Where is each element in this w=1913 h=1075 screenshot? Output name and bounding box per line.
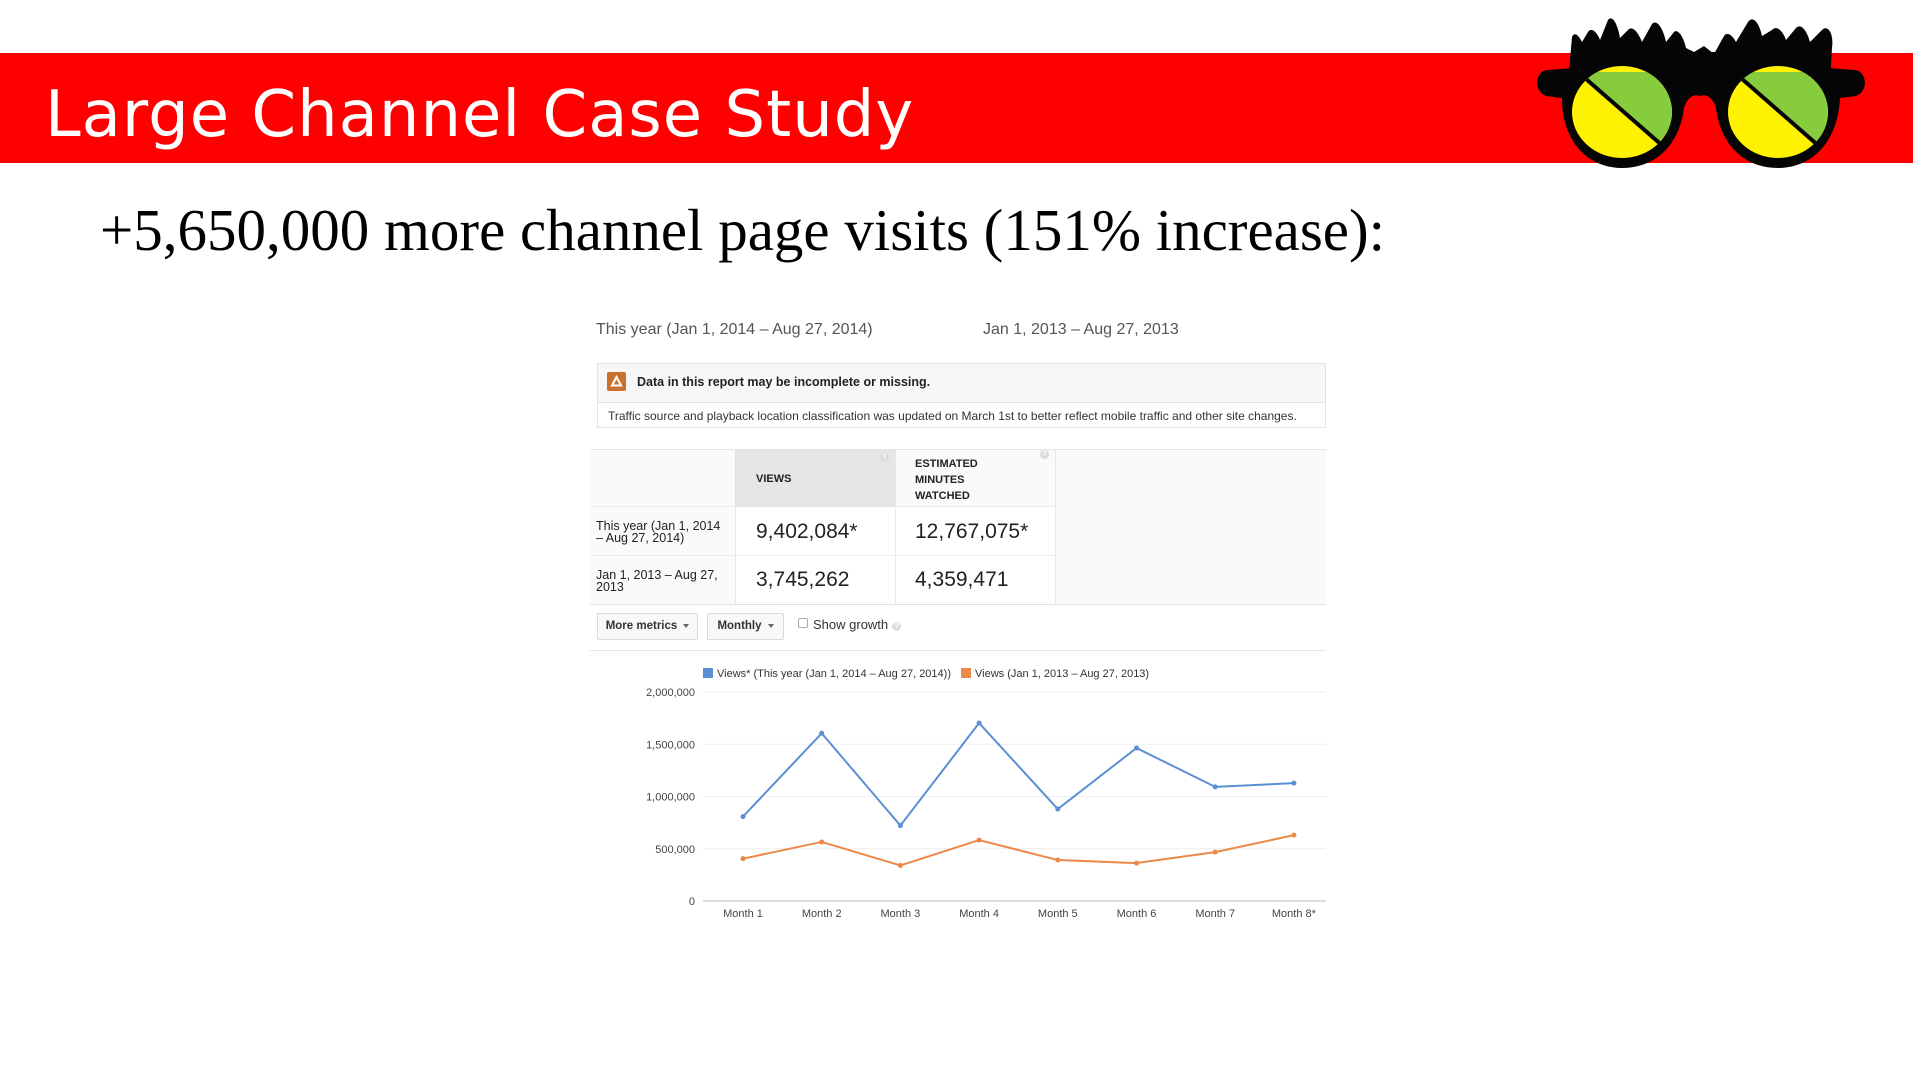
table-cell: 3,745,262 — [735, 556, 895, 604]
data-point[interactable] — [1212, 849, 1218, 855]
row-label: Jan 1, 2013 – Aug 27, 2013 — [596, 568, 718, 594]
column-header-minutes-label: ESTIMATED MINUTES WATCHED — [915, 458, 978, 502]
divider — [590, 650, 1326, 651]
x-tick-label: Month 3 — [881, 908, 921, 920]
data-point[interactable] — [740, 856, 746, 862]
caret-down-icon — [767, 623, 774, 628]
y-tick-label: 1,000,000 — [646, 792, 695, 804]
chart-legend: Views* (This year (Jan 1, 2014 – Aug 27,… — [703, 668, 1149, 680]
interval-label: Monthly — [717, 620, 762, 632]
data-point[interactable] — [897, 862, 903, 868]
data-point[interactable] — [1291, 832, 1297, 838]
date-range-primary[interactable]: This year (Jan 1, 2014 – Aug 27, 2014) — [596, 321, 873, 339]
data-point[interactable] — [740, 814, 746, 820]
column-header-views[interactable]: VIEWS ? — [735, 450, 895, 507]
minutes-value: 12,767,075* — [915, 520, 1029, 543]
views-value: 3,745,262 — [756, 568, 850, 591]
table-cell: 9,402,084* — [735, 507, 895, 556]
x-tick-label: Month 6 — [1117, 908, 1157, 920]
y-tick-label: 1,500,000 — [646, 739, 695, 751]
data-point[interactable] — [1212, 784, 1218, 790]
data-point[interactable] — [1055, 806, 1061, 812]
data-point[interactable] — [1055, 857, 1061, 863]
legend-label[interactable]: Views* (This year (Jan 1, 2014 – Aug 27,… — [717, 668, 951, 680]
warning-icon — [607, 372, 626, 391]
data-point[interactable] — [897, 823, 903, 829]
warning-header: Data in this report may be incomplete or… — [598, 364, 1325, 403]
more-metrics-label: More metrics — [605, 620, 678, 632]
y-tick-label: 0 — [689, 896, 695, 908]
interval-dropdown[interactable]: Monthly — [707, 613, 784, 640]
table-cell: 4,359,471 — [895, 556, 1055, 604]
help-icon[interactable]: ? — [1040, 450, 1049, 459]
x-tick-label: Month 5 — [1038, 908, 1078, 920]
warning-body: Traffic source and playback location cla… — [608, 409, 1297, 423]
series-line-0 — [742, 722, 1294, 827]
x-tick-label: Month 1 — [723, 908, 763, 920]
warning-title: Data in this report may be incomplete or… — [637, 375, 931, 389]
glasses-logo-icon — [1537, 18, 1865, 168]
data-point[interactable] — [1134, 860, 1139, 866]
show-growth-checkbox[interactable] — [798, 618, 808, 628]
table-filler — [1055, 450, 1326, 604]
data-point[interactable] — [1291, 780, 1297, 786]
x-tick-label: Month 8* — [1272, 908, 1317, 920]
table-corner — [590, 450, 735, 507]
table-row: Jan 1, 2013 – Aug 27, 2013 — [590, 556, 735, 604]
y-tick-label: 2,000,000 — [646, 687, 695, 699]
x-tick-label: Month 4 — [959, 908, 999, 920]
data-point[interactable] — [1134, 745, 1139, 751]
data-point[interactable] — [819, 839, 825, 845]
data-point[interactable] — [819, 730, 825, 736]
warning-banner: Data in this report may be incomplete or… — [597, 363, 1326, 428]
table-row: This year (Jan 1, 2014 – Aug 27, 2014) — [590, 507, 735, 556]
y-axis-labels: 0 500,000 1,000,000 1,500,000 2,000,000 — [646, 687, 695, 908]
data-point[interactable] — [976, 837, 982, 843]
data-point[interactable] — [976, 720, 982, 726]
show-growth-label[interactable]: Show growth — [813, 617, 888, 632]
minutes-value: 4,359,471 — [915, 568, 1009, 591]
chart-series — [740, 720, 1297, 868]
views-line-chart: Views* (This year (Jan 1, 2014 – Aug 27,… — [646, 668, 1326, 920]
x-tick-label: Month 7 — [1195, 908, 1235, 920]
legend-swatch — [703, 668, 713, 678]
row-label: This year (Jan 1, 2014 – Aug 27, 2014) — [596, 519, 721, 545]
help-icon[interactable]: ? — [880, 453, 889, 462]
legend-swatch — [961, 668, 971, 678]
column-header-views-label: VIEWS — [756, 473, 792, 485]
x-tick-label: Month 2 — [802, 908, 842, 920]
slide-subtitle: +5,650,000 more channel page visits (151… — [100, 197, 1386, 263]
views-value: 9,402,084* — [756, 520, 858, 543]
series-line-1 — [742, 834, 1295, 867]
table-cell: 12,767,075* — [895, 507, 1055, 556]
column-header-minutes[interactable]: ESTIMATED MINUTES WATCHED ? — [895, 450, 1055, 507]
metrics-table: VIEWS ? ESTIMATED MINUTES WATCHED ? This… — [590, 449, 1326, 605]
help-icon[interactable]: ? — [892, 622, 901, 631]
legend-label[interactable]: Views (Jan 1, 2013 – Aug 27, 2013) — [975, 668, 1149, 680]
date-range-compare[interactable]: Jan 1, 2013 – Aug 27, 2013 — [983, 321, 1179, 339]
chart-grid — [703, 691, 1326, 902]
more-metrics-button[interactable]: More metrics — [597, 613, 698, 640]
x-axis-labels: Month 1 Month 2 Month 3 Month 4 Month 5 Month… — [723, 908, 1317, 920]
caret-down-icon — [683, 623, 690, 628]
y-tick-label: 500,000 — [655, 844, 695, 856]
slide-title: Large Channel Case Study — [45, 78, 915, 152]
